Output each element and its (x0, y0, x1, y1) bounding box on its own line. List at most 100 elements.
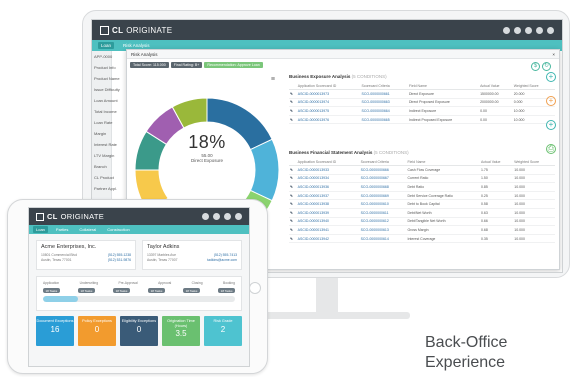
print-icon[interactable]: ⎙ (546, 144, 556, 154)
table-row[interactable]: ✎ ASCID-0000013941 SCO-0000000613 Gross Mar… (289, 225, 555, 235)
kpi-tile[interactable]: Document Exceptions 16 (36, 316, 74, 346)
table-link-cell[interactable]: ASCID-0000013942 (296, 234, 360, 244)
table-link-cell[interactable]: SCO-0000000669 (359, 191, 407, 201)
edit-icon[interactable]: ✎ (289, 199, 297, 209)
table-link-cell[interactable]: ASCID-0000013937 (296, 191, 360, 201)
table-link-cell[interactable]: SCO-0000000666 (359, 165, 407, 175)
sidebar-item[interactable]: Loan Amount (92, 95, 118, 106)
table-link-cell[interactable]: SCO-0000000611 (359, 208, 407, 218)
edit-icon[interactable]: ✎ (289, 225, 297, 235)
stage-task-pill[interactable]: 18 Tasks (43, 288, 60, 294)
table-link-cell[interactable]: SCO-0000000668 (359, 182, 407, 192)
tab-collateral[interactable]: Collateral (76, 226, 99, 233)
table-link-cell[interactable]: SCO-0000000664 (360, 106, 408, 116)
table-link-cell[interactable]: ASCID-0000013938 (296, 199, 360, 209)
edit-icon[interactable]: ✎ (289, 182, 297, 192)
table-link-cell[interactable]: SCO-0000000661 (360, 89, 408, 99)
kpi-tile[interactable]: Risk Grade 2 (204, 316, 242, 346)
user-icon[interactable] (525, 26, 532, 34)
tab-loan[interactable]: Loan (33, 226, 48, 233)
table-link-cell[interactable]: SCO-0000000610 (359, 199, 407, 209)
table-row[interactable]: ✎ ASCID-0000013939 SCO-0000000611 Debt/Net … (289, 208, 555, 218)
table-link-cell[interactable]: ASCID-0000013941 (296, 225, 360, 235)
table-row[interactable]: ✎ ASCID-0000013938 SCO-0000000610 Debt to B… (289, 199, 555, 209)
table-link-cell[interactable]: ASCID-0000013974 (296, 98, 361, 108)
notification-icon[interactable] (213, 213, 220, 220)
kpi-tile[interactable]: Policy Exceptions 0 (78, 316, 116, 346)
sidebar-item[interactable]: Product Name (92, 73, 120, 84)
table-row[interactable]: ✎ ASCID-0000013942 SCO-0000000614 Interest … (289, 234, 555, 244)
edit-icon[interactable]: ✎ (289, 174, 297, 184)
table-link-cell[interactable]: ASCID-0000013933 (296, 165, 360, 175)
kpi-tile[interactable]: Eligibility Exceptions 0 (120, 316, 158, 346)
table-link-cell[interactable]: SCO-0000000614 (359, 234, 407, 244)
add-icon[interactable]: + (546, 72, 556, 82)
add-teal-icon[interactable]: + (546, 120, 556, 130)
stage-task-pill[interactable]: 18 Tasks (78, 288, 95, 294)
menu-icon[interactable] (547, 26, 554, 34)
person-email[interactable]: tadkins@acme.com (207, 258, 237, 263)
kpi-tile[interactable]: Origination Time (Hours) 3.5 (162, 316, 200, 346)
table-row[interactable]: ✎ ASCID-0000013937 SCO-0000000669 Debt Serv… (289, 191, 555, 201)
settings-icon[interactable] (536, 26, 543, 34)
close-icon[interactable]: × (552, 52, 555, 57)
chart-menu-icon[interactable]: ≡ (271, 76, 275, 83)
add-orange-icon[interactable]: + (546, 96, 556, 106)
table-link-cell[interactable]: ASCID-0000013976 (296, 115, 361, 125)
settings-icon[interactable] (235, 213, 242, 220)
sidebar-item[interactable]: Branch (92, 161, 111, 172)
company-phone-2[interactable]: (512) 531-9876 (108, 258, 131, 263)
table-link-cell[interactable]: ASCID-0000013975 (296, 106, 361, 116)
user-icon[interactable] (224, 213, 231, 220)
table-row[interactable]: ✎ ASCID-0000013933 SCO-0000000666 Cash Flow… (289, 165, 555, 175)
table-link-cell[interactable]: SCO-0000000613 (359, 225, 407, 235)
person-card[interactable]: Taylor Adkins 13397 Marbles Ave (512) 55… (142, 240, 242, 270)
sidebar-item[interactable]: APP-0000 (92, 51, 112, 62)
tab-construction[interactable]: Construction (104, 226, 132, 233)
table-row[interactable]: ✎ ASCID-0000013936 SCO-0000000668 Debt Rati… (289, 182, 555, 192)
sidebar-item[interactable]: Product Info (92, 62, 116, 73)
stage-task-pill[interactable]: 18 Tasks (183, 288, 200, 294)
search-icon[interactable] (503, 26, 510, 34)
sidebar-item[interactable]: Total Income (92, 106, 117, 117)
table-link-cell[interactable]: SCO-0000000663 (360, 98, 408, 108)
tab-parties[interactable]: Parties (53, 226, 71, 233)
company-card[interactable]: Acme Enterprises, Inc. 10801 Commercial … (36, 240, 136, 270)
sidebar-item[interactable]: Loan Rate (92, 117, 112, 128)
stage-task-pill[interactable]: 18 Tasks (148, 288, 165, 294)
edit-icon[interactable]: ✎ (289, 98, 297, 108)
edit-icon[interactable]: ✎ (289, 115, 297, 125)
sidebar-item[interactable]: Partner Appl. (92, 183, 117, 194)
table-link-cell[interactable]: SCO-0000000612 (359, 217, 407, 227)
search-icon[interactable] (202, 213, 209, 220)
dollar-icon[interactable]: $ (531, 62, 540, 71)
table-link-cell[interactable]: SCO-0000000667 (359, 174, 407, 184)
table-row[interactable]: ✎ ASCID-0000013975 SCO-0000000664 Indirect … (289, 106, 555, 116)
table-row[interactable]: ✎ ASCID-0000013973 SCO-0000000661 Direct Ex… (289, 89, 555, 99)
table-link-cell[interactable]: ASCID-0000013936 (296, 182, 360, 192)
table-row[interactable]: ✎ ASCID-0000013974 SCO-0000000663 Direct Pr… (289, 98, 555, 108)
tab-loan[interactable]: Loan (98, 42, 115, 49)
stage-task-pill[interactable]: 18 Tasks (113, 288, 130, 294)
sidebar-item[interactable]: CL Product (92, 172, 114, 183)
tab-risk-analysis[interactable]: Risk Analysis (120, 42, 153, 49)
sidebar-item[interactable]: LTV Margin (92, 150, 114, 161)
donut-slice-b[interactable] (249, 138, 280, 202)
table-link-cell[interactable]: ASCID-0000013973 (296, 89, 361, 99)
table-link-cell[interactable]: ASCID-0000013939 (296, 208, 360, 218)
edit-icon[interactable]: ✎ (289, 234, 297, 244)
edit-icon[interactable]: ✎ (289, 89, 297, 99)
table-link-cell[interactable]: ASCID-0000013940 (296, 217, 360, 227)
sidebar-item[interactable]: Issue Difficulty (92, 84, 120, 95)
table-link-cell[interactable]: SCO-0000000665 (360, 115, 408, 125)
edit-icon[interactable]: ✎ (289, 165, 297, 175)
sidebar-item[interactable]: Interest Rate (92, 139, 117, 150)
table-link-cell[interactable]: ASCID-0000013934 (296, 174, 360, 184)
edit-icon[interactable]: ✎ (289, 191, 297, 201)
stage-task-pill[interactable]: 18 Tasks (218, 288, 235, 294)
notification-icon[interactable] (514, 26, 521, 34)
refresh-icon[interactable]: ↻ (542, 62, 551, 71)
sidebar-item[interactable]: Margin (92, 128, 111, 139)
edit-icon[interactable]: ✎ (289, 106, 297, 116)
table-row[interactable]: ✎ ASCID-0000013934 SCO-0000000667 Current R… (289, 174, 555, 184)
